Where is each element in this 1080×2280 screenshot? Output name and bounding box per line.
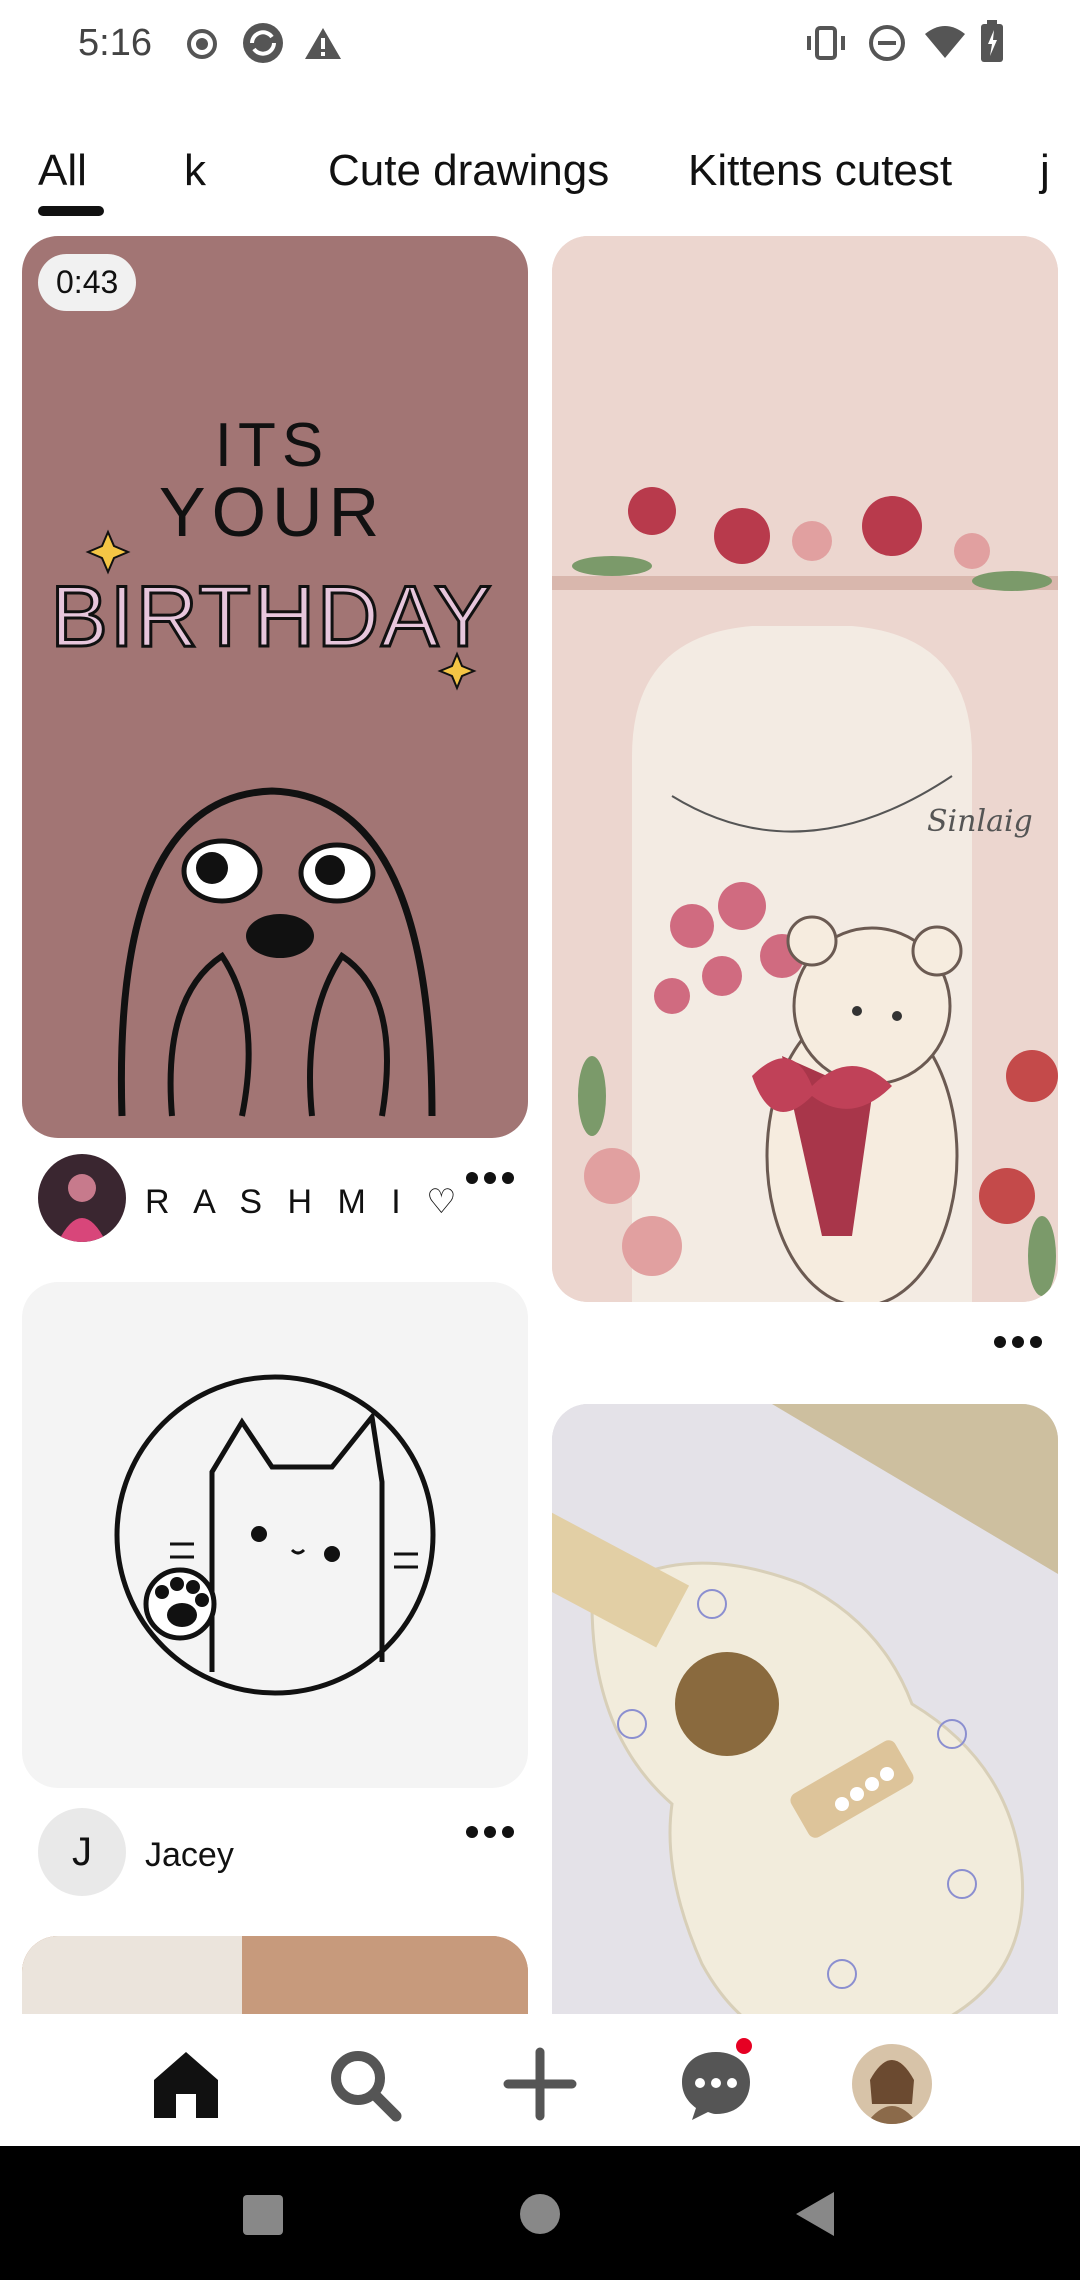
pin-ukulele-photo[interactable]	[552, 1404, 1058, 2014]
pin-photo-partial[interactable]	[22, 1936, 528, 2014]
tab-kittens-cutest[interactable]: Kittens cutest	[688, 146, 952, 196]
avatar[interactable]: J	[38, 1808, 126, 1896]
home-system-icon[interactable]	[518, 2192, 562, 2236]
avatar[interactable]	[38, 1154, 126, 1242]
plus-icon[interactable]	[500, 2044, 580, 2124]
bottom-navigation	[0, 2014, 1080, 2146]
artist-signature: Sinlaig	[927, 804, 1033, 839]
status-bar: 5:16	[0, 0, 1080, 90]
active-tab-indicator	[38, 206, 104, 216]
recents-icon[interactable]	[242, 2194, 284, 2236]
birthday-illustration: ITS YOUR BIRTHDAY	[49, 411, 494, 1117]
pin-author-name[interactable]: Jacey	[145, 1836, 234, 1875]
home-icon[interactable]	[146, 2044, 226, 2124]
cat-line-drawing	[114, 1374, 436, 1696]
profile-avatar[interactable]	[852, 2044, 932, 2124]
more-options-icon[interactable]	[462, 1820, 518, 1844]
tab-cute-drawings[interactable]: Cute drawings	[328, 146, 609, 196]
notification-dot	[736, 2038, 752, 2054]
status-time: 5:16	[78, 22, 152, 64]
art-text-your: YOUR	[159, 473, 385, 551]
more-options-icon[interactable]	[990, 1330, 1046, 1354]
video-duration-badge: 0:43	[38, 254, 137, 311]
pin-cat-drawing[interactable]	[22, 1282, 528, 1788]
battery-icon	[981, 20, 1003, 62]
dnd-icon	[869, 25, 905, 61]
pin-bear-illustration[interactable]: Sinlaig	[552, 236, 1058, 1302]
tab-k[interactable]: k	[184, 146, 206, 196]
ukulele-photo	[552, 1404, 1058, 2014]
art-text-birthday: BIRTHDAY	[51, 569, 494, 665]
pin-photo-partial-image	[22, 1936, 528, 2014]
tab-all[interactable]: All	[38, 146, 87, 196]
pin-feed: ITS YOUR BIRTHDAY 0:43 R A S H M I ♡ Sin…	[0, 236, 1080, 2014]
board-tabs: All k Cute drawings Kittens cutest j	[0, 130, 1080, 220]
vibrate-icon	[807, 26, 845, 60]
record-icon	[187, 29, 217, 59]
pin-author-name[interactable]: R A S H M I ♡	[145, 1182, 465, 1222]
warning-icon	[305, 28, 341, 59]
wifi-icon	[925, 26, 965, 58]
art-text-its: ITS	[215, 411, 329, 480]
bear-bouquet-illustration: Sinlaig	[552, 236, 1058, 1302]
pin-birthday-video[interactable]: ITS YOUR BIRTHDAY 0:43	[22, 236, 528, 1138]
system-navigation-bar	[0, 2146, 1080, 2280]
back-icon[interactable]	[794, 2190, 836, 2238]
tab-j[interactable]: j	[1040, 146, 1050, 196]
chat-icon[interactable]	[676, 2044, 756, 2124]
sync-app-icon	[243, 23, 283, 63]
more-options-icon[interactable]	[462, 1166, 518, 1190]
search-icon[interactable]	[324, 2044, 404, 2124]
